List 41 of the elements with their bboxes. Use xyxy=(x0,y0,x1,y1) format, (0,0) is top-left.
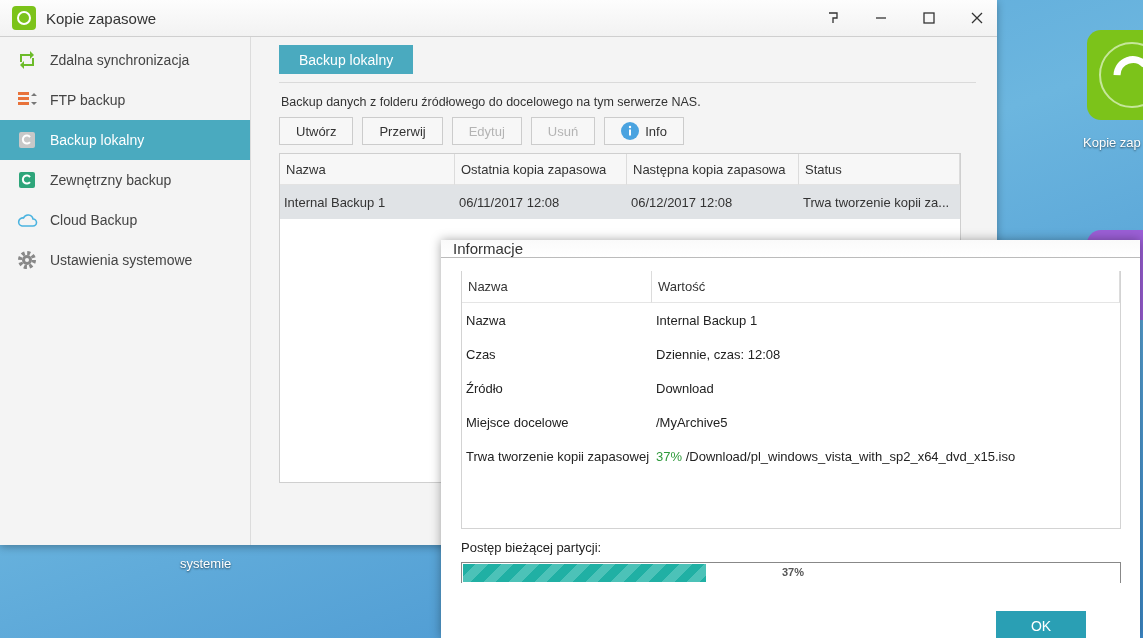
progress-label: Postęp bieżącej partycji: xyxy=(461,540,603,555)
table-cell-text: Download xyxy=(655,379,715,398)
sidebar-item[interactable]: Zewnętrzny backup xyxy=(0,160,250,200)
sidebar-item[interactable]: Ustawienia systemowe xyxy=(0,240,250,280)
table-cell-text: 06/11/2017 12:08 xyxy=(458,193,561,212)
table-cell-text: Trwa tworzenie kopii za... xyxy=(802,193,951,212)
table-cell-text: Źródło xyxy=(465,379,504,398)
table-cell-text: Miejsce docelowe xyxy=(465,413,570,432)
column-header[interactable]: Nazwa xyxy=(462,271,652,303)
maximize-icon[interactable] xyxy=(921,10,937,26)
table-row[interactable]: Internal Backup 1 06/11/2017 12:08 06/12/2017 12:08 Trwa tworzenie kopii za... xyxy=(280,185,960,219)
table-cell-text: Trwa tworzenie kopii zapasowej xyxy=(465,447,651,466)
sidebar-item[interactable]: FTP backup xyxy=(0,80,250,120)
column-header[interactable]: Następna kopia zapasowa xyxy=(627,154,799,185)
table-cell-text: /MyArchive5 xyxy=(655,413,729,432)
table-cell-text: 37% /Download/pl_windows_vista_with_sp2_x64_dvd_x15.iso xyxy=(655,447,1017,466)
table-cell-text: 06/12/2017 12:08 xyxy=(630,193,734,212)
close-icon[interactable] xyxy=(969,10,985,26)
window-title: Kopie zapasowe xyxy=(46,9,158,27)
settings-icon xyxy=(16,249,38,271)
sidebar-item[interactable]: Zdalna synchronizacja xyxy=(0,40,250,80)
toolbar-button[interactable]: Info xyxy=(604,117,684,145)
table-cell-text: Internal Backup 1 xyxy=(283,193,387,212)
description-text: Backup danych z folderu źródłowego do docelowego na tym serwerze NAS. xyxy=(281,95,702,109)
progress-reading: 37% xyxy=(782,566,805,578)
drive-icon xyxy=(16,169,38,191)
table-cell-text: Internal Backup 1 xyxy=(655,311,759,330)
column-header[interactable]: Nazwa xyxy=(280,154,455,185)
dialog-title: Informacje xyxy=(441,240,1140,258)
table-cell-text: Dziennie, czas: 12:08 xyxy=(655,345,782,364)
toolbar-button[interactable]: Przerwij xyxy=(362,117,443,145)
column-header[interactable]: Ostatnia kopia zapasowa xyxy=(455,154,627,185)
toolbar-button[interactable]: Utwórz xyxy=(279,117,354,145)
drive-icon xyxy=(16,129,38,151)
info-icon xyxy=(621,122,640,140)
sidebar-item[interactable]: Cloud Backup xyxy=(0,200,250,240)
table-cell-text: Nazwa xyxy=(465,311,507,330)
column-header[interactable]: Status xyxy=(799,154,960,185)
column-header[interactable]: Wartość xyxy=(652,271,1120,303)
app-logo-icon xyxy=(12,6,36,30)
table-cell-text: Czas xyxy=(465,345,497,364)
